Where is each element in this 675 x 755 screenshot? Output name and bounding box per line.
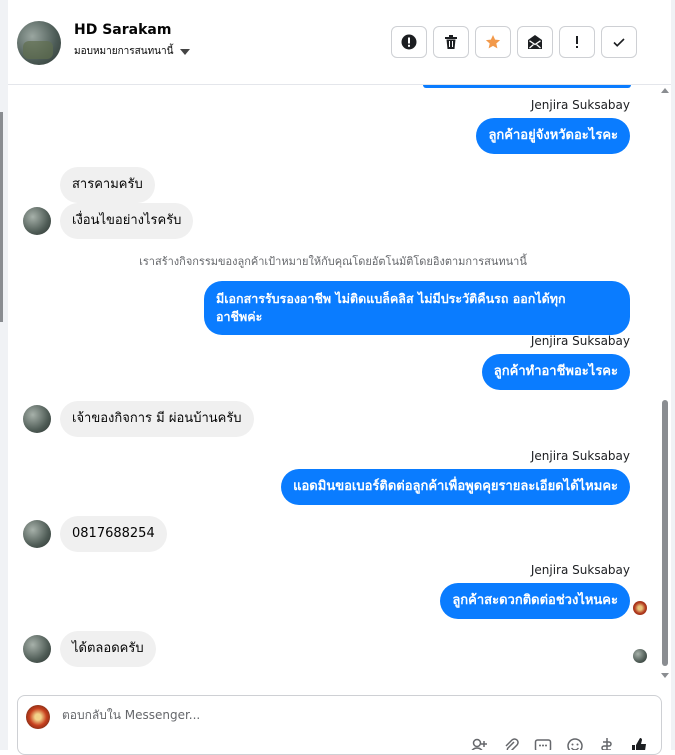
scroll-down-arrow[interactable] <box>661 673 669 678</box>
add-person-icon[interactable] <box>470 737 488 750</box>
outgoing-message[interactable]: ลูกค้าอยู่จังหวัดอะไรคะ <box>476 118 630 154</box>
sender-name: Jenjira Suksabay <box>530 98 630 112</box>
conversation-actions <box>391 26 637 58</box>
check-icon <box>613 38 625 47</box>
page-avatar <box>26 705 50 729</box>
outgoing-message[interactable]: ลูกค้าสะดวกติดต่อช่วงไหนคะ <box>440 583 630 619</box>
sender-name: Jenjira Suksabay <box>530 449 630 463</box>
report-spam-button[interactable] <box>391 26 427 58</box>
message-line: มีเอกสารรับรองอาชีพ ไม่ติดแบล็คลิส ไม่มี… <box>216 291 566 306</box>
contact-avatar[interactable] <box>17 21 61 65</box>
saved-reply-icon[interactable] <box>534 737 552 750</box>
system-notice: เราสร้างกิจกรรมของลูกค้าเป้าหมายให้กับคุ… <box>139 255 527 268</box>
star-button[interactable] <box>475 26 511 58</box>
payment-icon[interactable] <box>598 737 616 750</box>
reply-input[interactable] <box>62 708 622 722</box>
incoming-message[interactable]: เจ้าของกิจการ มี ผ่อนบ้านครับ <box>60 401 254 437</box>
contact-avatar-small[interactable] <box>23 520 51 548</box>
outgoing-message[interactable]: ลูกค้าทำอาชีพอะไรคะ <box>481 354 630 390</box>
caret-down-icon <box>180 48 191 55</box>
mail-icon <box>528 35 542 49</box>
contact-avatar-small[interactable] <box>23 207 51 235</box>
sender-name: Jenjira Suksabay <box>530 563 630 577</box>
message-thread[interactable]: Jenjira Suksabay ลูกค้าอยู่จังหวัดอะไรคะ… <box>8 85 658 680</box>
sender-name: Jenjira Suksabay <box>530 334 630 348</box>
trash-icon <box>445 35 457 49</box>
mark-unread-button[interactable] <box>517 26 553 58</box>
flag-button[interactable] <box>559 26 595 58</box>
star-icon <box>485 35 501 49</box>
mark-done-button[interactable] <box>601 26 637 58</box>
read-receipt-avatar <box>633 601 647 615</box>
outgoing-message[interactable]: มีเอกสารรับรองอาชีพ ไม่ติดแบล็คลิส ไม่มี… <box>204 281 630 335</box>
composer-tools <box>470 737 648 750</box>
attachment-icon[interactable] <box>502 737 520 750</box>
exclamation-icon <box>576 36 578 48</box>
contact-avatar-small[interactable] <box>23 405 51 433</box>
scroll-up-arrow[interactable] <box>661 88 669 93</box>
outgoing-message[interactable]: แอดมินขอเบอร์ติดต่อลูกค้าเพื่อพูดคุยรายล… <box>281 469 630 505</box>
right-frame <box>671 0 675 750</box>
seen-avatar <box>633 649 647 663</box>
incoming-message[interactable]: ได้ตลอดครับ <box>60 631 156 667</box>
previous-message-bubble <box>423 85 631 88</box>
left-scrollbar[interactable] <box>0 112 3 322</box>
contact-avatar-small[interactable] <box>23 635 51 663</box>
incoming-message[interactable]: 0817688254 <box>60 516 167 552</box>
contact-name[interactable]: HD Sarakam <box>74 22 171 38</box>
conversation-header: HD Sarakam มอบหมายการสนทนานี้ <box>8 0 671 85</box>
incoming-message[interactable]: เงื่อนไขอย่างไรครับ <box>60 203 194 239</box>
message-line: อาชีพค่ะ <box>216 309 263 324</box>
incoming-message[interactable]: สารคามครับ <box>60 167 155 203</box>
assign-conversation-dropdown[interactable]: มอบหมายการสนทนานี้ <box>74 44 191 59</box>
like-icon[interactable] <box>630 737 648 750</box>
emoji-icon[interactable] <box>566 737 584 750</box>
exclamation-circle-icon <box>401 34 417 50</box>
assign-label: มอบหมายการสนทนานี้ <box>74 46 174 57</box>
scrollbar-thumb[interactable] <box>662 400 668 666</box>
delete-button[interactable] <box>433 26 469 58</box>
